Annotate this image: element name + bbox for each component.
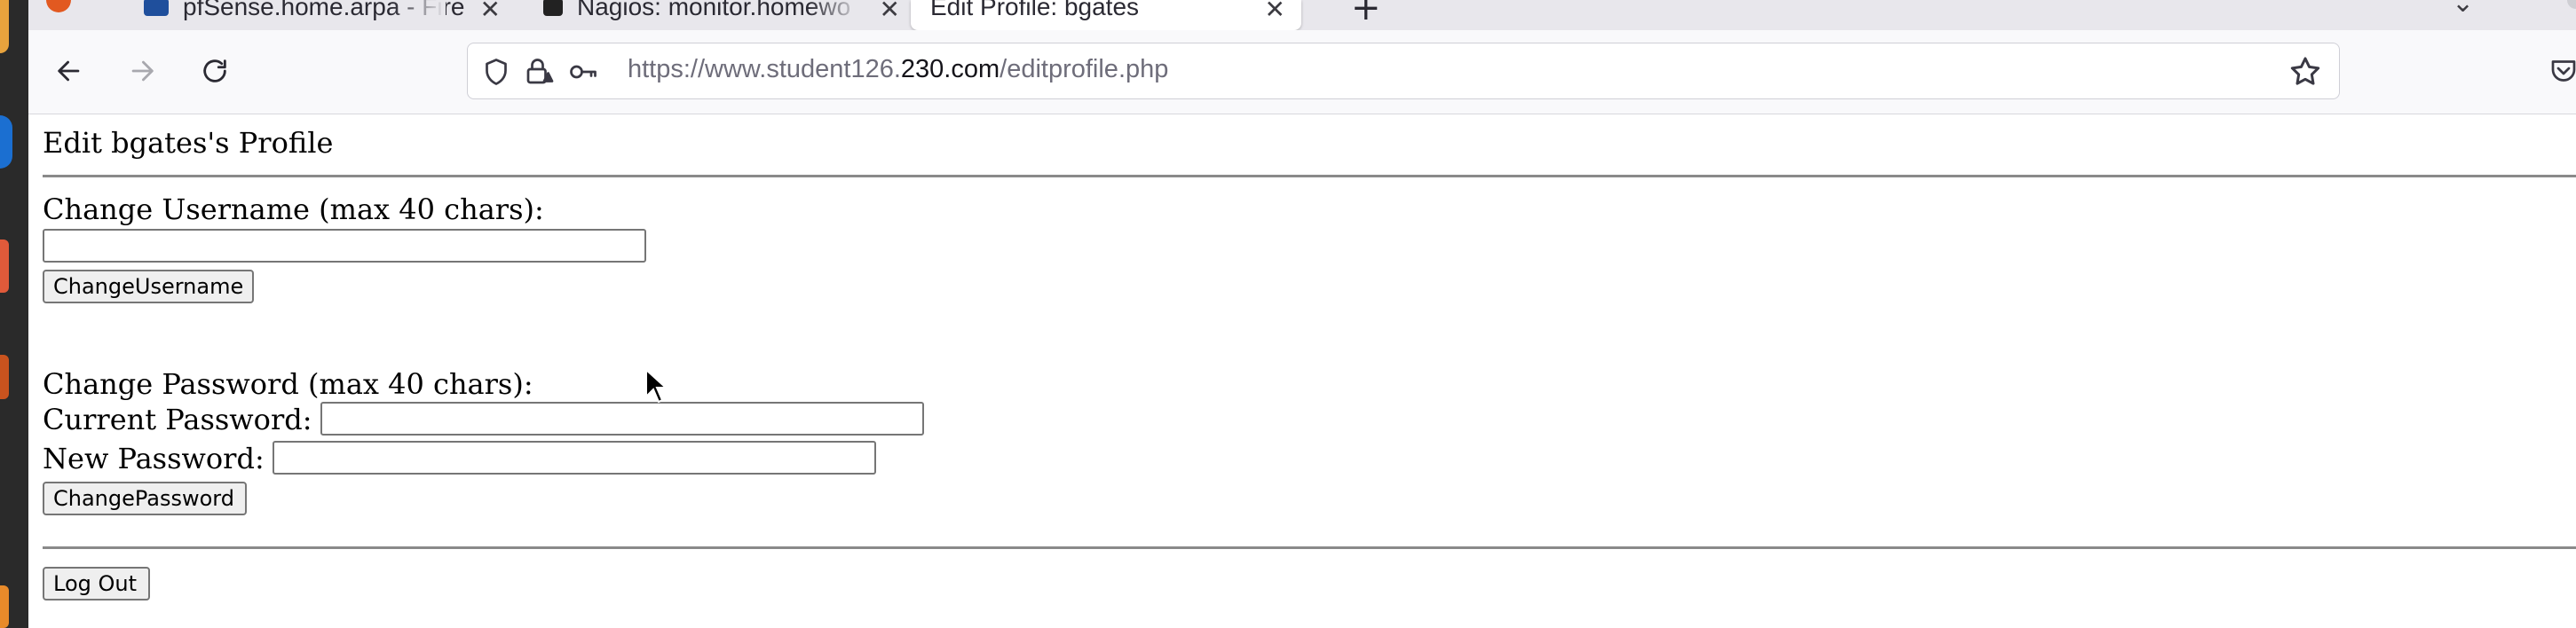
reload-icon [203, 59, 226, 82]
os-dock [0, 0, 28, 628]
new-password-label: New Password: [43, 442, 265, 475]
nav-toolbar: https://www.student126.230.com/editprofi… [28, 30, 2576, 114]
tab-pfsense[interactable]: pfSense.home.arpa - Fire ✕ [126, 0, 517, 30]
tab-edit-profile[interactable]: Edit Profile: bgates ✕ [911, 0, 1301, 30]
nagios-favicon-icon [543, 0, 563, 16]
url-text[interactable]: https://www.student126.230.com/editprofi… [628, 55, 1168, 84]
reload-button[interactable] [194, 50, 236, 92]
dock-app-icon[interactable] [0, 0, 9, 53]
back-button[interactable] [48, 50, 91, 92]
pfsense-favicon-icon [144, 0, 169, 16]
arrow-right-icon [131, 60, 154, 82]
change-username-button[interactable]: ChangeUsername [43, 270, 254, 303]
arrow-left-icon [58, 60, 80, 82]
page-content: Edit bgates's Profile Change Username (m… [28, 114, 2576, 628]
firefox-dock-icon[interactable] [0, 115, 12, 169]
current-password-input[interactable] [320, 402, 924, 436]
page-title: Edit bgates's Profile [43, 126, 334, 160]
change-password-button[interactable]: ChangePassword [43, 482, 247, 515]
dock-app-icon[interactable] [0, 239, 9, 293]
shield-icon[interactable] [480, 56, 512, 88]
key-icon[interactable] [567, 56, 599, 88]
username-input[interactable] [43, 229, 646, 263]
change-username-label: Change Username (max 40 chars): [43, 192, 544, 226]
current-password-label: Current Password: [43, 403, 312, 436]
bookmark-star-icon[interactable] [2288, 54, 2323, 90]
divider [43, 546, 2576, 549]
tab-title: Edit Profile: bgates [930, 0, 1140, 20]
tab-bar: pfSense.home.arpa - Fire ✕ Nagios: monit… [28, 0, 2576, 30]
new-tab-button[interactable]: + [1351, 0, 1381, 28]
mouse-cursor-icon [645, 368, 668, 404]
close-tab-icon[interactable]: ✕ [480, 0, 501, 24]
change-password-label: Change Password (max 40 chars): [43, 367, 533, 401]
window-minimize-button[interactable] [2567, 0, 2576, 9]
tab-nagios[interactable]: Nagios: monitor.homewo ✕ [525, 0, 916, 30]
pocket-icon[interactable] [2548, 55, 2576, 90]
firefox-menu-icon[interactable] [46, 0, 71, 12]
forward-button[interactable] [121, 50, 163, 92]
url-bar[interactable]: https://www.student126.230.com/editprofi… [467, 43, 2340, 99]
chevron-down-icon[interactable]: ⌄ [2452, 0, 2474, 19]
log-out-button[interactable]: Log Out [43, 567, 150, 601]
close-tab-icon[interactable]: ✕ [880, 0, 900, 24]
divider [43, 175, 2576, 177]
dock-app-icon[interactable] [0, 585, 9, 628]
close-tab-icon[interactable]: ✕ [1265, 0, 1285, 24]
dock-app-icon[interactable] [0, 355, 9, 399]
new-password-input[interactable] [273, 441, 876, 475]
lock-warning-icon[interactable] [523, 56, 555, 88]
